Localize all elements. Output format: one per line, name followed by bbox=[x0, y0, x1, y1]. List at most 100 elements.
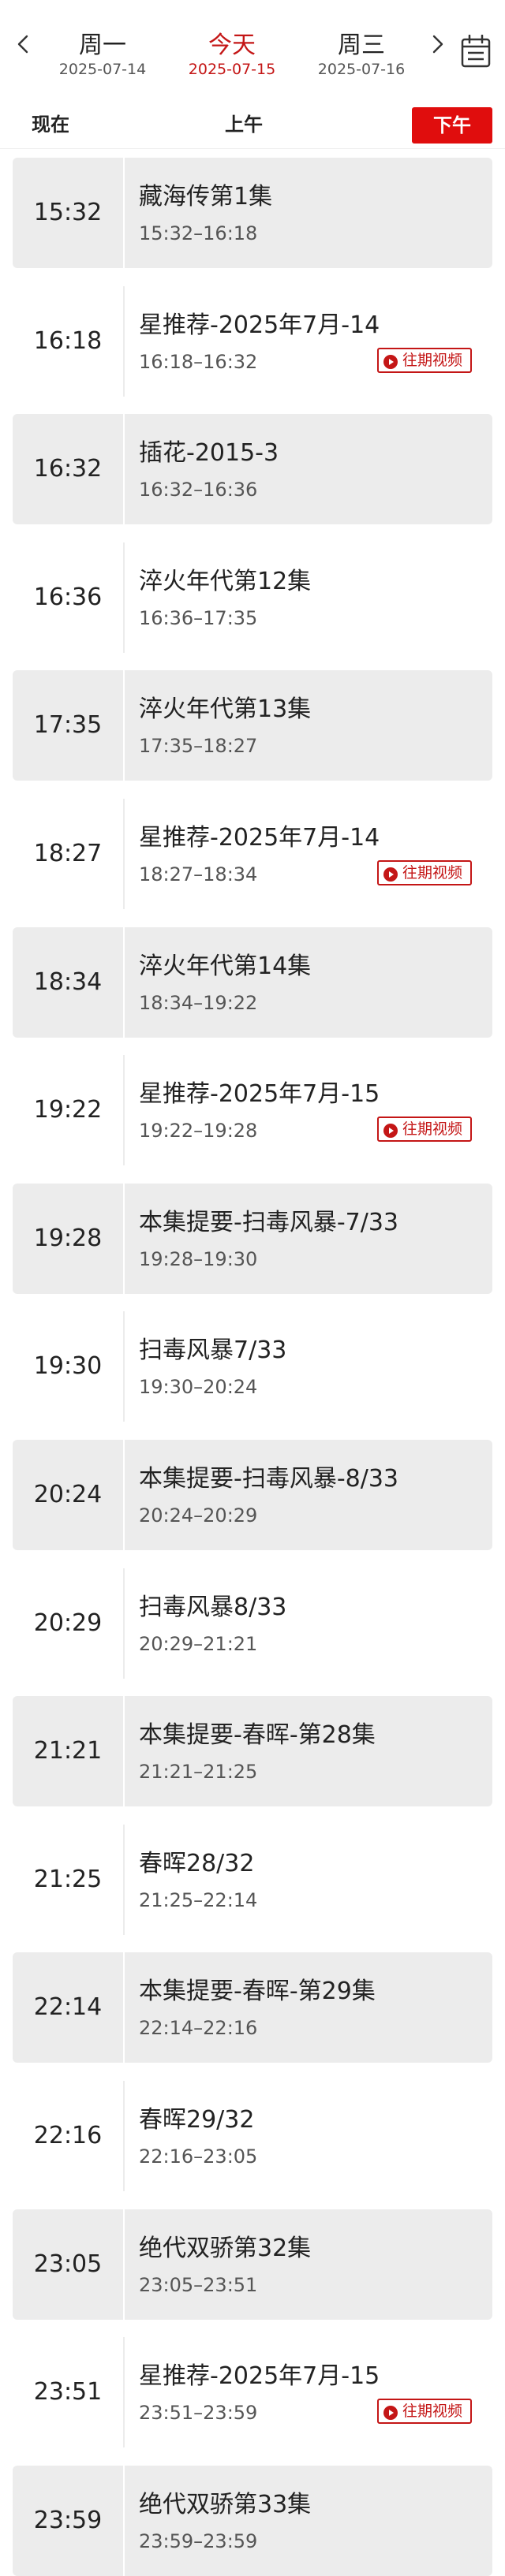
replay-video-button[interactable]: 往期视频 bbox=[377, 860, 472, 885]
program-time-range: 17:35–18:27 bbox=[139, 735, 258, 757]
program-time-range: 23:59–23:59 bbox=[139, 2530, 258, 2552]
program-time-range: 16:18–16:32 bbox=[139, 351, 258, 373]
program-row[interactable]: 21:25 春晖28/32 21:25–22:14 bbox=[13, 1825, 492, 1935]
program-title: 春晖29/32 bbox=[139, 2106, 255, 2134]
replay-video-button[interactable]: 往期视频 bbox=[377, 2399, 472, 2424]
program-time-range: 22:14–22:16 bbox=[139, 2017, 258, 2039]
program-row[interactable]: 23:05 绝代双骄第32集 23:05–23:51 bbox=[13, 2209, 492, 2320]
program-start-time: 23:05 bbox=[33, 2250, 103, 2278]
program-title: 淬火年代第12集 bbox=[139, 568, 312, 595]
program-title: 插花-2015-3 bbox=[139, 439, 279, 467]
program-row[interactable]: 22:14 本集提要-春晖-第29集 22:14–22:16 bbox=[13, 1952, 492, 2063]
program-title: 绝代双骄第33集 bbox=[139, 2491, 312, 2518]
program-time-range: 20:24–20:29 bbox=[139, 1504, 258, 1527]
program-row[interactable]: 20:29 扫毒风暴8/33 20:29–21:21 bbox=[13, 1568, 492, 1679]
program-row[interactable]: 22:16 春晖29/32 22:16–23:05 bbox=[13, 2081, 492, 2191]
divider bbox=[123, 1568, 125, 1679]
replay-label: 往期视频 bbox=[402, 352, 463, 369]
program-start-time: 19:28 bbox=[33, 1225, 103, 1252]
day-selector: 周一 2025-07-14 今天 2025-07-15 周三 2025-07-1… bbox=[0, 0, 505, 88]
divider bbox=[123, 799, 125, 909]
day-tab-today[interactable]: 今天 2025-07-15 bbox=[169, 32, 295, 79]
program-title: 淬火年代第13集 bbox=[139, 695, 312, 723]
day-weekday: 周三 bbox=[338, 32, 385, 59]
program-start-time: 23:59 bbox=[33, 2507, 103, 2534]
day-tab-wednesday[interactable]: 周三 2025-07-16 bbox=[298, 32, 425, 79]
program-start-time: 16:18 bbox=[33, 327, 103, 355]
program-start-time: 22:16 bbox=[33, 2122, 103, 2149]
play-icon bbox=[383, 353, 398, 369]
program-time-range: 21:21–21:25 bbox=[139, 1761, 258, 1783]
program-row[interactable]: 20:24 本集提要-扫毒风暴-8/33 20:24–20:29 bbox=[13, 1440, 492, 1550]
program-time-range: 22:16–23:05 bbox=[139, 2145, 258, 2168]
divider bbox=[123, 1055, 125, 1165]
replay-video-button[interactable]: 往期视频 bbox=[377, 348, 472, 373]
program-start-time: 21:21 bbox=[33, 1737, 103, 1765]
program-time-range: 15:32–16:18 bbox=[139, 222, 258, 244]
program-title: 星推荐-2025年7月-14 bbox=[139, 824, 380, 852]
day-weekday: 今天 bbox=[208, 32, 256, 59]
play-icon bbox=[383, 2404, 398, 2420]
program-time-range: 23:51–23:59 bbox=[139, 2402, 258, 2424]
tab-afternoon[interactable]: 下午 bbox=[412, 107, 492, 144]
program-row[interactable]: 23:51 星推荐-2025年7月-15 23:51–23:59 往期视频 bbox=[13, 2337, 492, 2447]
day-date: 2025-07-16 bbox=[317, 61, 406, 78]
program-row[interactable]: 18:27 星推荐-2025年7月-14 18:27–18:34 往期视频 bbox=[13, 799, 492, 909]
program-time-range: 18:34–19:22 bbox=[139, 992, 258, 1014]
program-title: 春晖28/32 bbox=[139, 1850, 255, 1877]
divider bbox=[123, 670, 125, 781]
program-title: 扫毒风暴8/33 bbox=[139, 1594, 287, 1621]
program-title: 扫毒风暴7/33 bbox=[139, 1336, 287, 1364]
replay-label: 往期视频 bbox=[402, 864, 463, 882]
replay-video-button[interactable]: 往期视频 bbox=[377, 1117, 472, 1142]
program-time-range: 20:29–21:21 bbox=[139, 1633, 258, 1655]
program-start-time: 23:51 bbox=[33, 2378, 103, 2406]
program-row[interactable]: 15:32 藏海传第1集 15:32–16:18 bbox=[13, 158, 492, 268]
play-icon bbox=[383, 866, 398, 882]
chevron-left-icon[interactable] bbox=[14, 35, 33, 54]
program-start-time: 17:35 bbox=[33, 711, 103, 739]
divider bbox=[123, 2337, 125, 2447]
program-row[interactable]: 21:21 本集提要-春晖-第28集 21:21–21:25 bbox=[13, 1696, 492, 1806]
program-start-time: 20:24 bbox=[33, 1481, 103, 1508]
period-tabs: 现在 上午 下午 bbox=[0, 101, 505, 149]
program-time-range: 16:32–16:36 bbox=[139, 479, 258, 501]
tab-morning[interactable]: 上午 bbox=[225, 112, 263, 137]
program-title: 本集提要-春晖-第28集 bbox=[139, 1721, 376, 1749]
calendar-icon[interactable] bbox=[461, 34, 491, 68]
program-title: 星推荐-2025年7月-14 bbox=[139, 311, 380, 339]
program-row[interactable]: 19:30 扫毒风暴7/33 19:30–20:24 bbox=[13, 1311, 492, 1422]
program-start-time: 18:27 bbox=[33, 840, 103, 867]
program-row[interactable]: 16:36 淬火年代第12集 16:36–17:35 bbox=[13, 542, 492, 653]
program-time-range: 21:25–22:14 bbox=[139, 1889, 258, 1911]
program-title: 星推荐-2025年7月-15 bbox=[139, 2362, 380, 2390]
program-start-time: 16:36 bbox=[33, 583, 103, 611]
program-title: 藏海传第1集 bbox=[139, 183, 273, 211]
program-row[interactable]: 23:59 绝代双骄第33集 23:59–23:59 bbox=[13, 2466, 492, 2576]
divider bbox=[123, 2081, 125, 2191]
program-time-range: 23:05–23:51 bbox=[139, 2274, 258, 2296]
tab-now[interactable]: 现在 bbox=[32, 112, 69, 137]
day-weekday: 周一 bbox=[79, 32, 126, 59]
play-icon bbox=[383, 1122, 398, 1138]
program-row[interactable]: 18:34 淬火年代第14集 18:34–19:22 bbox=[13, 927, 492, 1038]
divider bbox=[123, 927, 125, 1038]
program-row[interactable]: 17:35 淬火年代第13集 17:35–18:27 bbox=[13, 670, 492, 781]
program-start-time: 22:14 bbox=[33, 1993, 103, 2021]
program-title: 本集提要-扫毒风暴-8/33 bbox=[139, 1465, 399, 1493]
program-row[interactable]: 19:22 星推荐-2025年7月-15 19:22–19:28 往期视频 bbox=[13, 1055, 492, 1165]
program-time-range: 19:28–19:30 bbox=[139, 1248, 258, 1270]
divider bbox=[123, 158, 125, 268]
program-row[interactable]: 19:28 本集提要-扫毒风暴-7/33 19:28–19:30 bbox=[13, 1184, 492, 1294]
day-tab-monday[interactable]: 周一 2025-07-14 bbox=[39, 32, 166, 79]
program-row[interactable]: 16:32 插花-2015-3 16:32–16:36 bbox=[13, 414, 492, 524]
divider bbox=[123, 414, 125, 524]
program-time-range: 19:30–20:24 bbox=[139, 1376, 258, 1398]
chevron-right-icon[interactable] bbox=[428, 35, 447, 54]
day-date: 2025-07-14 bbox=[58, 61, 147, 78]
program-row[interactable]: 16:18 星推荐-2025年7月-14 16:18–16:32 往期视频 bbox=[13, 286, 492, 397]
divider bbox=[123, 1311, 125, 1422]
program-start-time: 20:29 bbox=[33, 1609, 103, 1637]
divider bbox=[123, 286, 125, 397]
program-time-range: 18:27–18:34 bbox=[139, 863, 258, 885]
